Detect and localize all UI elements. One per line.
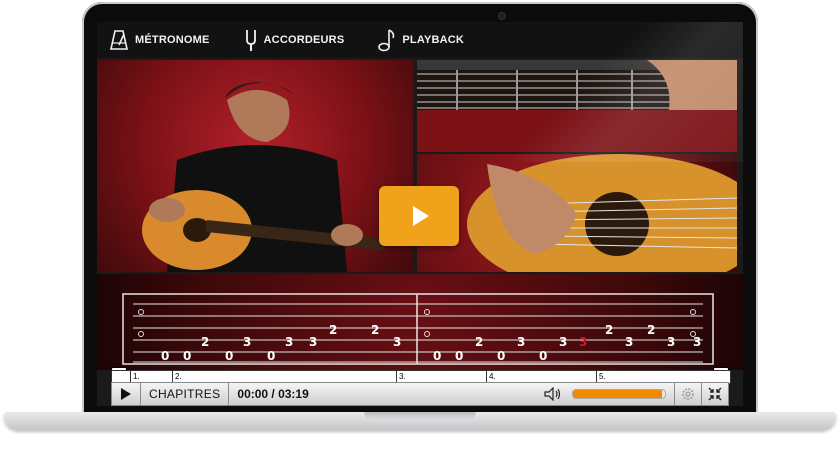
tab-note: 0 (225, 349, 233, 363)
play-icon (121, 388, 131, 400)
tab-note: 0 (433, 349, 441, 363)
webcam (498, 12, 506, 20)
tab-note: 3 (309, 335, 317, 349)
tab-note: 2 (201, 335, 209, 349)
tab-note: 3 (559, 335, 567, 349)
tab-note: 0 (161, 349, 169, 363)
tab-note: 0 (183, 349, 191, 363)
time-display: 00:00 / 03:19 (237, 387, 309, 401)
tab-note: 3 (517, 335, 525, 349)
video-fretboard-angle[interactable] (417, 60, 737, 152)
toolbar: MÉTRONOME ACCORDEURS PLAYBACK (97, 22, 743, 58)
video-strumming-angle[interactable] (417, 154, 737, 272)
tab-note: 3 (285, 335, 293, 349)
app-screen: MÉTRONOME ACCORDEURS PLAYBACK 2 2 2 3 3 … (97, 22, 743, 406)
tab-note: 2 (647, 323, 655, 337)
playback-label: PLAYBACK (402, 34, 465, 46)
tab-note: 3 (625, 335, 633, 349)
music-note-icon (378, 29, 395, 52)
settings-button[interactable] (675, 383, 701, 405)
tab-note: 0 (497, 349, 505, 363)
tab-note: 2 (371, 323, 379, 337)
tab-note: 3 (243, 335, 251, 349)
metronome-button[interactable]: MÉTRONOME (109, 29, 210, 51)
exit-fullscreen-button[interactable] (702, 383, 728, 405)
tab-note: 0 (455, 349, 463, 363)
tablature-staff: 2 2 2 3 3 3 3 0 0 0 0 2 2 2 3 3 3 3 3 3 (122, 293, 714, 365)
tab-note: 2 (329, 323, 337, 337)
play-pause-button[interactable] (112, 383, 140, 405)
tab-note: 3 (667, 335, 675, 349)
tab-note: 3 (393, 335, 401, 349)
player-controls: CHAPITRES 00:00 / 03:19 (111, 382, 729, 406)
collapse-icon (708, 387, 722, 401)
chapters-button[interactable]: CHAPITRES (141, 387, 228, 401)
volume-slider[interactable] (572, 389, 666, 399)
fretboard-image (417, 60, 737, 152)
metronome-icon (110, 30, 128, 50)
metronome-label: MÉTRONOME (135, 34, 210, 46)
strumming-image (467, 154, 737, 272)
volume-button[interactable] (542, 383, 564, 405)
tab-note: 2 (605, 323, 613, 337)
tab-note-highlighted: 3 (579, 335, 587, 349)
tab-note: 0 (267, 349, 275, 363)
video-main-angle[interactable] (97, 60, 413, 272)
tablature-panel: 2 2 2 3 3 3 3 0 0 0 0 2 2 2 3 3 3 3 3 3 (97, 274, 743, 370)
play-icon (413, 206, 429, 226)
volume-level (573, 390, 663, 398)
tuner-button[interactable]: ACCORDEURS (244, 28, 345, 52)
playback-button[interactable]: PLAYBACK (378, 28, 464, 52)
tab-note: 3 (693, 335, 701, 349)
tab-note: 2 (475, 335, 483, 349)
guitarist-image (142, 82, 387, 272)
speaker-icon (544, 387, 561, 401)
tuning-fork-icon (245, 30, 256, 51)
gear-icon (682, 388, 694, 400)
play-video-button[interactable] (379, 186, 459, 246)
laptop-notch (364, 412, 476, 420)
tuner-label: ACCORDEURS (263, 34, 345, 46)
tab-note: 0 (539, 349, 547, 363)
